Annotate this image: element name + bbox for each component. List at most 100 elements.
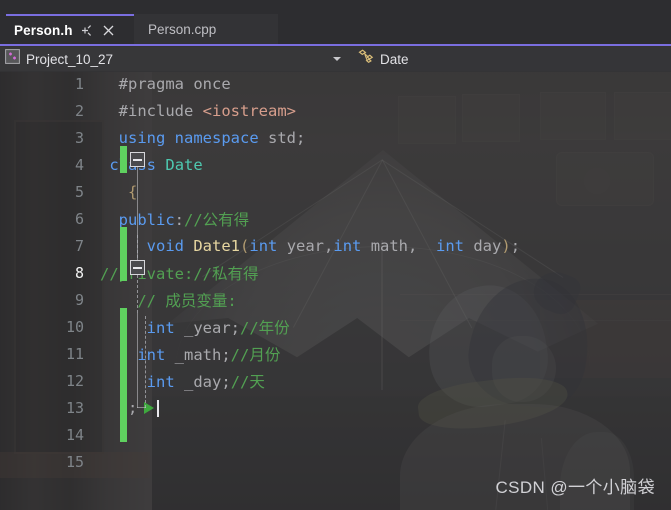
code-line[interactable]: 8//private://私有得 [0, 259, 671, 286]
code-token: // 成员变量: [137, 291, 237, 310]
line-number: 12 [65, 371, 84, 390]
pin-icon[interactable] [79, 21, 95, 39]
code-text: }; [96, 398, 160, 417]
document-tab-strip: Person.h Person.cpp [0, 0, 671, 44]
code-token: ; [128, 398, 138, 417]
code-line[interactable]: 9 // 成员变量: [0, 286, 671, 313]
code-text: class Date [96, 155, 203, 174]
close-icon[interactable] [101, 21, 117, 39]
change-bar [120, 308, 127, 442]
code-line[interactable]: 7 void Date1(int year,int math, int day)… [0, 232, 671, 259]
code-token: #pragma once [118, 74, 231, 93]
line-number: 3 [74, 128, 84, 147]
tab-person-cpp-label: Person.cpp [148, 21, 217, 37]
code-token: Date1 [193, 236, 241, 255]
class-icon [358, 49, 375, 69]
code-token: int [137, 345, 166, 364]
code-token: int [146, 372, 175, 391]
code-token: #include [118, 101, 203, 120]
fold-toggle-comment[interactable] [130, 260, 145, 275]
code-line[interactable]: 4 class Date [0, 151, 671, 178]
code-token: { [128, 182, 138, 201]
code-token: //年份 [240, 318, 290, 337]
line-number: 14 [65, 425, 84, 444]
code-token: ; [221, 345, 231, 364]
code-token: ) [501, 236, 511, 255]
line-number: 9 [74, 290, 84, 309]
class-selector-label: Date [380, 51, 409, 67]
code-editor[interactable]: 1 #pragma once 2 #include <iostream> 3 usi… [0, 70, 671, 510]
line-number: 5 [74, 182, 84, 201]
code-token: ; [510, 236, 521, 255]
code-token: int [436, 236, 465, 255]
code-token: using namespace [118, 128, 259, 147]
change-bar [120, 227, 127, 281]
line-number: 10 [65, 317, 84, 336]
code-token: int [333, 236, 362, 255]
code-text: public://公有得 [96, 208, 250, 230]
tab-person-h-label: Person.h [14, 22, 73, 38]
line-number: 7 [74, 236, 84, 255]
fold-guide [137, 313, 138, 408]
code-token: ; [230, 318, 241, 337]
line-number: 15 [65, 452, 84, 471]
code-text: // 成员变量: [96, 289, 237, 311]
code-token: year, [277, 236, 334, 255]
fold-toggle-class[interactable] [130, 152, 145, 167]
tab-person-h[interactable]: Person.h [6, 14, 134, 44]
code-line[interactable]: 3 using namespace std; [0, 124, 671, 151]
code-token: <iostream> [202, 101, 296, 120]
text-caret [157, 399, 160, 417]
tab-person-cpp[interactable]: Person.cpp [134, 14, 278, 44]
code-line[interactable]: 15 [0, 448, 671, 475]
code-token: Date [165, 155, 203, 174]
vs-editor-window: Person.h Person.cpp Project_10_27 Date 1… [0, 0, 671, 510]
code-token: math, [361, 236, 437, 255]
code-token: _year [174, 318, 231, 337]
line-number: 8 [74, 263, 84, 282]
code-token: ( [240, 236, 250, 255]
code-text: #pragma once [96, 75, 231, 93]
cpp-project-icon [5, 49, 20, 69]
navigation-bar: Project_10_27 Date [0, 44, 671, 72]
code-line[interactable]: 6 public://公有得 [0, 205, 671, 232]
code-line[interactable]: 12 int _day;//天 [0, 367, 671, 394]
code-token: public [118, 210, 175, 229]
code-token: int [146, 318, 175, 337]
code-token: _day [174, 372, 222, 391]
line-number: 6 [74, 209, 84, 228]
class-selector[interactable]: Date [350, 47, 671, 71]
code-line[interactable]: 1 #pragma once [0, 70, 671, 97]
code-text: void Date1(int year,int math, int day); [96, 237, 520, 255]
chevron-down-icon[interactable] [333, 57, 341, 61]
code-token: std; [258, 128, 306, 147]
code-token: : [174, 210, 185, 229]
code-line-list: 1 #pragma once 2 #include <iostream> 3 usi… [0, 70, 671, 475]
code-token: //月份 [230, 345, 281, 364]
code-token: //天 [230, 372, 265, 391]
fold-guide-foot [137, 407, 146, 408]
project-selector[interactable]: Project_10_27 [0, 47, 350, 71]
code-text: { [96, 183, 137, 201]
code-line[interactable]: 14 [0, 421, 671, 448]
code-line[interactable]: 13 }; [0, 394, 671, 421]
code-line[interactable]: 2 #include <iostream> [0, 97, 671, 124]
code-token: ; [221, 372, 231, 391]
code-line[interactable]: 10 int _year;//年份 [0, 313, 671, 340]
line-number: 11 [65, 344, 84, 363]
change-bar [120, 146, 127, 173]
code-line[interactable]: 5 { [0, 178, 671, 205]
code-token: //公有得 [184, 210, 250, 229]
code-line[interactable]: 11 int _math;//月份 [0, 340, 671, 367]
code-token: day [464, 236, 502, 255]
